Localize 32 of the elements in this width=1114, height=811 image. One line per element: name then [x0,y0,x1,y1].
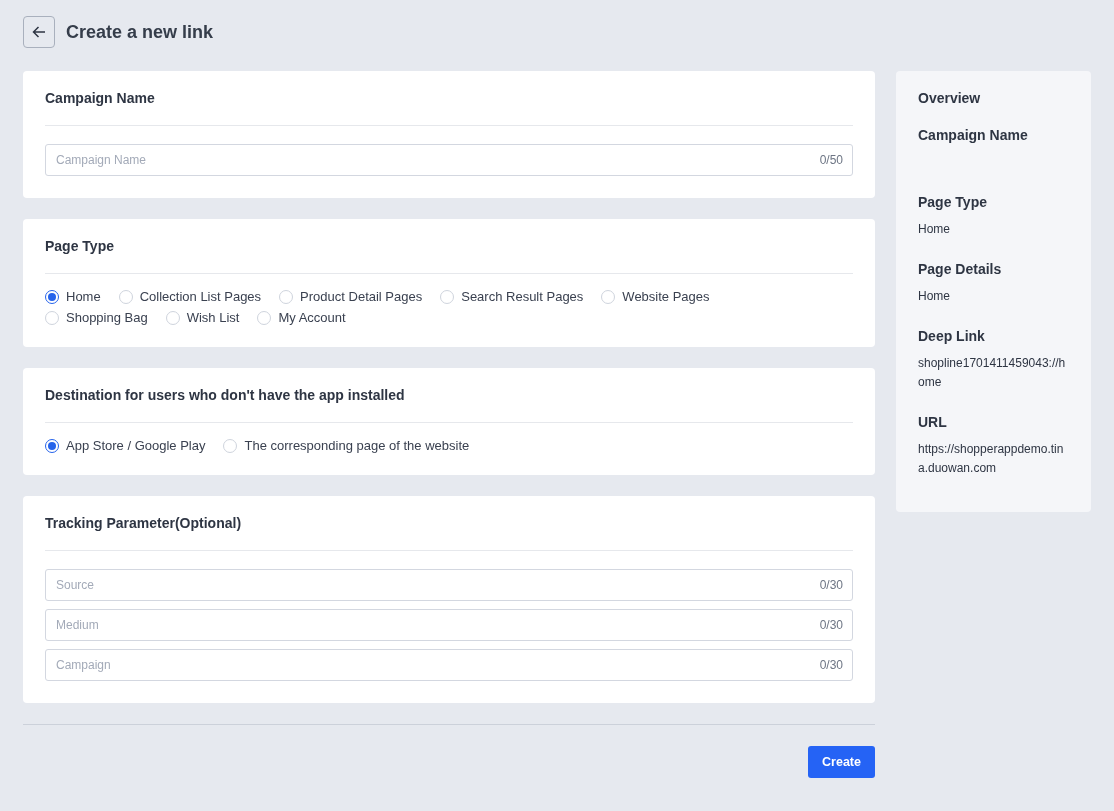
overview-label: Campaign Name [918,126,1029,145]
character-counter: 0/30 [819,658,843,672]
radio-option[interactable]: Collection List Pages [118,289,262,304]
radio-option[interactable]: App Store / Google Play [45,438,206,453]
radio-option[interactable]: My Account [257,310,346,325]
overview-value: Home [918,288,951,305]
radio-option[interactable]: Search Result Pages [440,289,584,304]
section-title: Page Type [45,237,115,256]
overview-label: Page Details [918,260,1003,279]
create-button[interactable]: Create [808,746,875,778]
character-counter: 0/50 [819,153,843,167]
back-button[interactable] [23,16,55,48]
radio-option[interactable]: Wish List [165,310,240,325]
section-title: Destination for users who don't have the app installed [45,386,406,405]
overview-value: Home [918,221,951,238]
overview-label: URL [918,413,948,432]
character-counter: 0/30 [819,618,843,632]
radio-option[interactable]: Product Detail Pages [279,289,423,304]
section-title: Campaign Name [45,89,156,108]
radio-option[interactable]: Home [45,289,101,304]
radio-option[interactable]: Shopping Bag [45,310,148,325]
character-counter: 0/30 [819,578,843,592]
overview-label: Deep Link [918,327,986,346]
page-title: Create a new link [66,21,214,43]
overview-value: shopline1701411459043://home [918,355,1067,391]
overview-label: Page Type [918,193,988,212]
radio-option[interactable]: Website Pages [601,289,710,304]
back-arrow-icon [31,24,47,40]
overview-value: https://shopperappdemo.tina.duowan.com [918,441,1065,477]
overview-title: Overview [918,89,982,108]
radio-option[interactable]: The corresponding page of the website [223,438,470,453]
section-title: Tracking Parameter(Optional) [45,514,243,533]
